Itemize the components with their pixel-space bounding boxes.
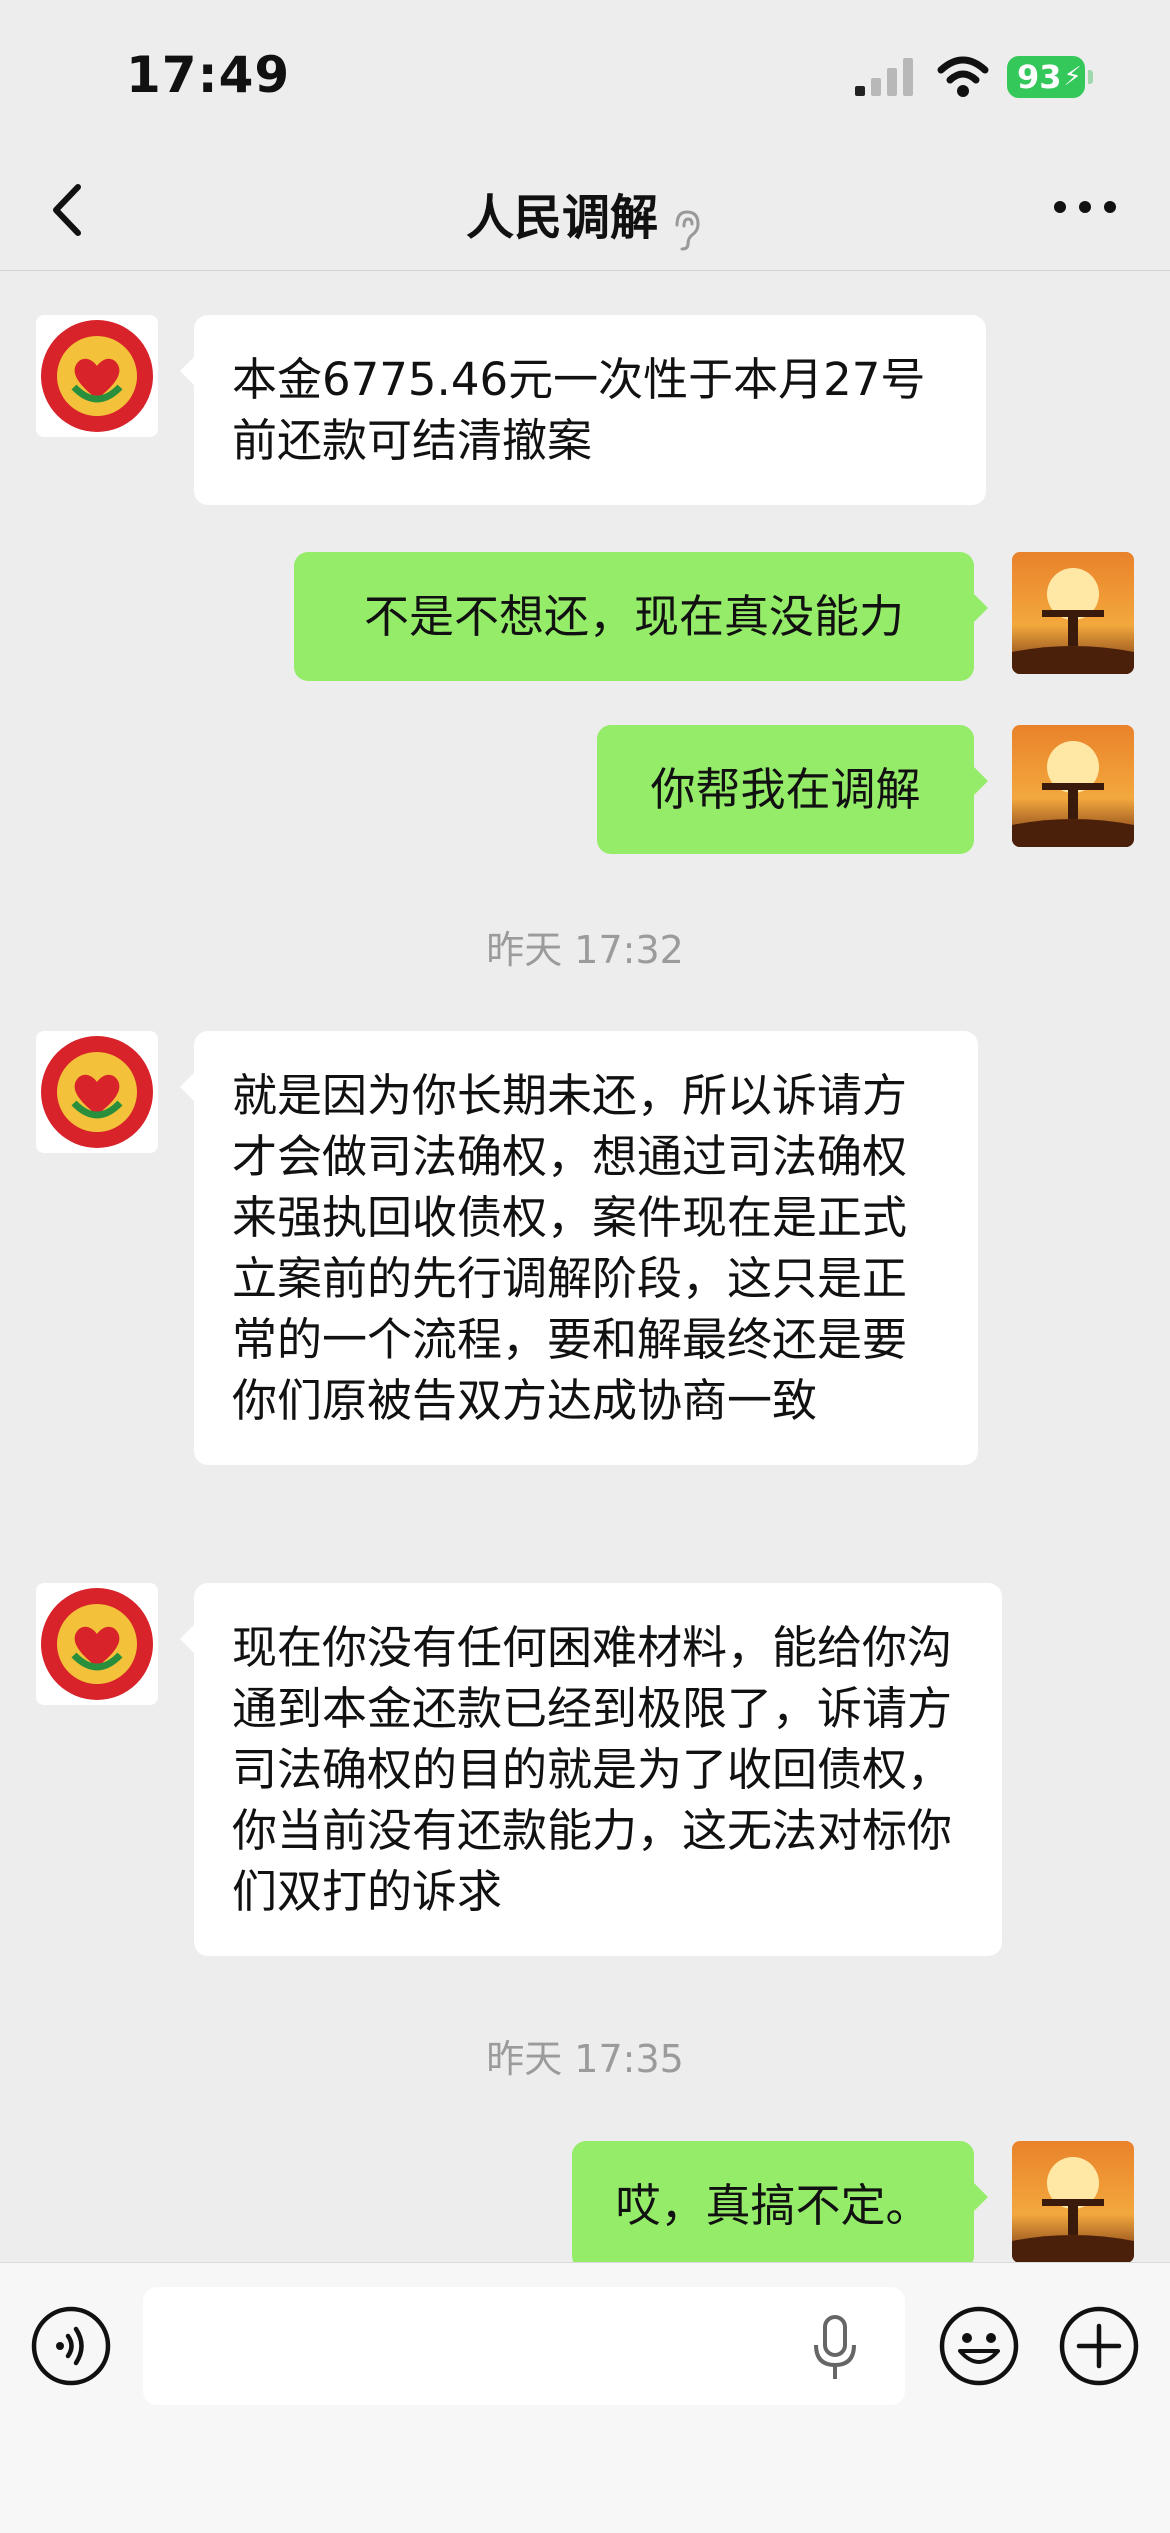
chat-header: 人民调解 xyxy=(0,150,1170,271)
sunset-avatar-icon xyxy=(1012,552,1134,674)
avatar-self[interactable] xyxy=(1012,2141,1134,2263)
sunset-avatar-icon xyxy=(1012,725,1134,847)
avatar-mediator[interactable] xyxy=(36,1031,158,1153)
emoji-icon[interactable] xyxy=(938,2305,1020,2387)
timestamp: 昨天 17:35 xyxy=(486,2037,684,2081)
avatar-mediator[interactable] xyxy=(36,315,158,437)
message-list[interactable]: 本金6775.46元一次性于本月27号前还款可结清撤案 不是不想还，现在真没能力… xyxy=(0,271,1170,2270)
message-bubble-incoming[interactable]: 本金6775.46元一次性于本月27号前还款可结清撤案 xyxy=(180,315,986,505)
microphone-icon[interactable] xyxy=(810,2313,860,2383)
message-bubble-outgoing[interactable]: 你帮我在调解 xyxy=(597,725,988,854)
message-input[interactable] xyxy=(143,2287,905,2405)
wifi-icon xyxy=(937,56,989,97)
battery-level: 93 xyxy=(1017,58,1062,96)
battery-tip xyxy=(1088,70,1093,84)
chat-title: 人民调解 xyxy=(465,190,658,246)
battery-indicator: 93 ⚡ xyxy=(1007,56,1085,98)
voice-icon[interactable] xyxy=(30,2305,112,2387)
input-bar xyxy=(0,2262,1170,2533)
ear-icon xyxy=(675,209,700,250)
mediation-logo-icon xyxy=(36,315,158,437)
avatar-mediator[interactable] xyxy=(36,1583,158,1705)
cellular-signal-icon xyxy=(855,58,913,96)
avatar-self[interactable] xyxy=(1012,725,1134,847)
message-bubble-incoming[interactable]: 就是因为你长期未还，所以诉请方才会做司法确权，想通过司法确权来强执回收债权，案件… xyxy=(180,1031,978,1465)
message-bubble-incoming[interactable]: 现在你没有任何困难材料，能给你沟通到本金还款已经到极限了，诉请方司法确权的目的就… xyxy=(180,1583,1002,1956)
timestamp: 昨天 17:32 xyxy=(486,928,684,972)
charging-icon: ⚡ xyxy=(1063,62,1082,92)
mediation-logo-icon xyxy=(36,1583,158,1705)
plus-icon[interactable] xyxy=(1058,2305,1140,2387)
status-time: 17:49 xyxy=(126,46,291,104)
more-icon[interactable] xyxy=(1050,192,1120,222)
sunset-avatar-icon xyxy=(1012,2141,1134,2263)
status-bar: 17:49 93 ⚡ xyxy=(0,0,1170,150)
mediation-logo-icon xyxy=(36,1031,158,1153)
message-bubble-outgoing[interactable]: 不是不想还，现在真没能力 xyxy=(294,552,988,681)
message-bubble-outgoing[interactable]: 哎，真搞不定。 xyxy=(572,2141,988,2270)
avatar-self[interactable] xyxy=(1012,552,1134,674)
chat-title-wrap: 人民调解 xyxy=(0,178,1170,253)
